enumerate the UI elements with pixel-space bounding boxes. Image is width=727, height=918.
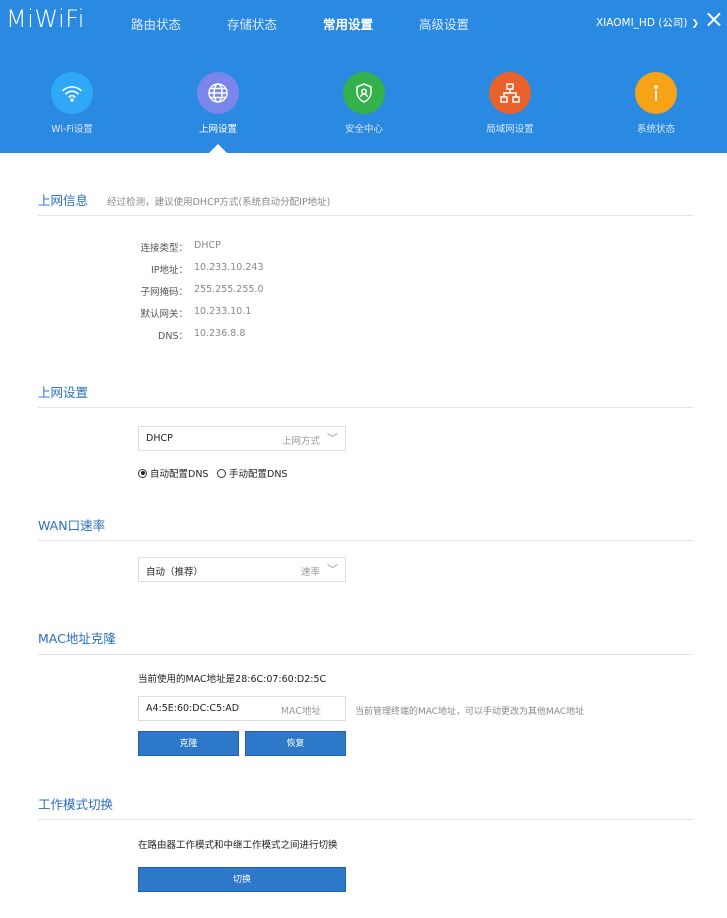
info-row-subnet: 子网掩码： 255.255.255.0	[100, 284, 400, 298]
subnav-lan[interactable]: 局域网设置	[460, 72, 560, 135]
info-value: 255.255.255.0	[194, 284, 264, 295]
nav-storage-status[interactable]: 存储状态	[204, 14, 300, 33]
info-value: DHCP	[194, 240, 221, 251]
info-value: 10.236.8.8	[194, 328, 246, 339]
account-menu[interactable]: XIAOMI_HD (公司) ❯	[596, 15, 699, 30]
info-label: 默认网关：	[140, 309, 188, 320]
subnav-internet[interactable]: 上网设置	[168, 72, 268, 135]
mac-address-input[interactable]: A4:5E:60:DC:C5:AD MAC地址	[138, 696, 346, 721]
internet-settings-title: 上网设置	[38, 385, 89, 400]
select-hint: 速率	[300, 567, 320, 578]
internet-settings-section: 上网设置	[38, 382, 693, 401]
mac-input-note: 当前管理终端的MAC地址，可以手动更改为其他MAC地址	[355, 707, 585, 717]
connection-type-select[interactable]: DHCP 上网方式 ﹀	[138, 426, 346, 451]
info-value: 10.233.10.1	[194, 306, 252, 317]
internet-info-section: 上网信息 经过检测，建议使用DHCP方式(系统自动分配IP地址)	[38, 190, 693, 209]
subnav-system-label: 系统状态	[636, 124, 675, 135]
chevron-down-icon: ﹀	[327, 563, 338, 576]
info-value: 10.233.10.243	[194, 262, 264, 273]
network-icon	[489, 72, 531, 114]
header-bar: MiWiFi 路由状态 存储状态 常用设置 高级设置 XIAOMI_HD (公司…	[0, 0, 727, 153]
info-row-gateway: 默认网关： 10.233.10.1	[100, 306, 400, 320]
wan-speed-select[interactable]: 自动（推荐） 速率 ﹀	[138, 557, 346, 582]
clone-button[interactable]: 克隆	[138, 731, 239, 756]
subnav-security-label: 安全中心	[344, 124, 383, 135]
mac-clone-section: MAC地址克隆	[38, 628, 693, 647]
subnav-internet-label: 上网设置	[198, 124, 237, 135]
input-hint: MAC地址	[280, 706, 321, 717]
nav-advanced-settings[interactable]: 高级设置	[396, 14, 492, 33]
subnav-system[interactable]: 系统状态	[606, 72, 706, 135]
info-label: 连接类型：	[140, 243, 188, 254]
dns-auto-radio[interactable]: 自动配置DNS	[138, 466, 208, 480]
divider	[38, 407, 693, 408]
radio-checked-icon	[138, 468, 147, 478]
subnav-wifi-label: Wi-Fi设置	[51, 124, 93, 135]
globe-icon	[197, 72, 239, 114]
wan-speed-section: WAN口速率	[38, 515, 693, 534]
chevron-down-icon: ﹀	[327, 432, 338, 445]
info-row-dns: DNS： 10.236.8.8	[100, 328, 400, 342]
input-value: A4:5E:60:DC:C5:AD	[146, 703, 240, 714]
subnav-security[interactable]: 安全中心	[314, 72, 414, 135]
chevron-down-icon: ❯	[691, 19, 699, 29]
mode-switch-title: 工作模式切换	[38, 797, 114, 812]
divider	[38, 215, 693, 216]
radio-unchecked-icon	[217, 468, 226, 478]
subnav-wifi[interactable]: Wi-Fi设置	[22, 72, 122, 135]
dns-manual-radio[interactable]: 手动配置DNS	[217, 466, 287, 480]
info-label: DNS：	[158, 331, 188, 342]
divider	[38, 540, 693, 541]
dns-manual-label: 手动配置DNS	[229, 469, 288, 480]
internet-info-subtitle: 经过检测，建议使用DHCP方式(系统自动分配IP地址)	[107, 197, 331, 208]
shield-icon	[343, 72, 385, 114]
info-icon	[635, 72, 677, 114]
select-value: DHCP	[146, 433, 173, 444]
mode-switch-section: 工作模式切换	[38, 794, 693, 813]
select-hint: 上网方式	[281, 436, 320, 447]
divider	[38, 819, 693, 820]
account-name: XIAOMI_HD (公司)	[595, 17, 688, 29]
divider	[38, 654, 693, 655]
miwifi-logo[interactable]: MiWiFi	[6, 5, 85, 33]
top-nav: 路由状态 存储状态 常用设置 高级设置	[108, 14, 492, 33]
wifi-icon	[51, 72, 93, 114]
nav-router-status[interactable]: 路由状态	[108, 14, 204, 33]
select-value: 自动（推荐）	[146, 567, 204, 578]
current-mac-text: 当前使用的MAC地址是28:6C:07:60:D2:5C	[138, 674, 327, 685]
close-icon[interactable]: ×	[704, 7, 724, 31]
info-label: IP地址：	[150, 265, 188, 276]
subnav-lan-label: 局域网设置	[486, 124, 534, 135]
internet-info-title: 上网信息	[38, 193, 89, 208]
mac-clone-title: MAC地址克隆	[38, 631, 116, 646]
nav-common-settings[interactable]: 常用设置	[300, 14, 396, 33]
info-row-connection-type: 连接类型： DHCP	[100, 240, 400, 254]
active-tab-caret	[209, 144, 227, 153]
wan-speed-title: WAN口速率	[38, 518, 106, 533]
switch-mode-button[interactable]: 切换	[138, 867, 346, 892]
info-label: 子网掩码：	[140, 287, 188, 298]
restore-button[interactable]: 恢复	[245, 731, 346, 756]
dns-auto-label: 自动配置DNS	[150, 469, 209, 480]
mode-switch-description: 在路由器工作模式和中继工作模式之间进行切换	[138, 840, 338, 851]
info-row-ip: IP地址： 10.233.10.243	[100, 262, 400, 276]
